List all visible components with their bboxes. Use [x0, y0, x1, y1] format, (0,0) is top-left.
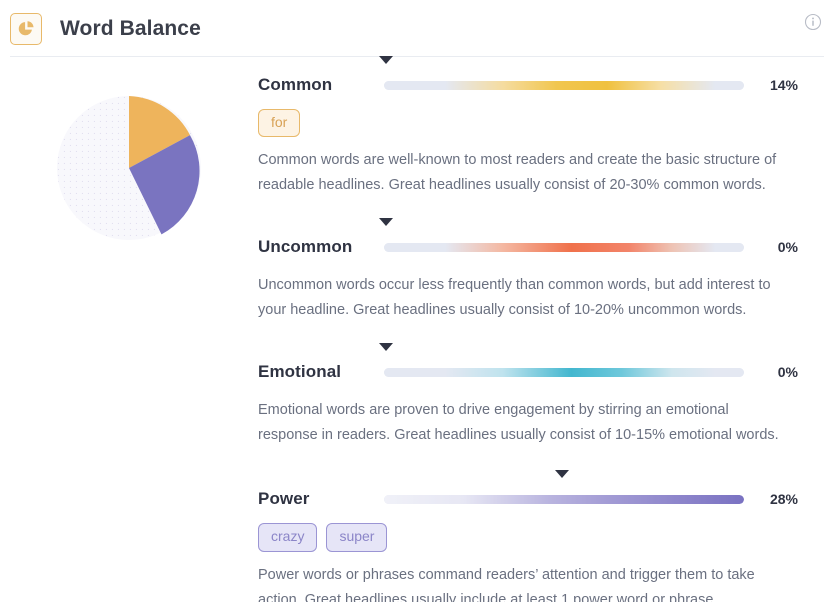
pie-chart [51, 90, 207, 246]
metric-common-percent: 14% [769, 77, 798, 93]
metric-common-bar-fill [384, 80, 744, 90]
metric-emotional-row: Emotional 0% [258, 343, 798, 387]
metric-power-tags: crazy super [258, 523, 798, 552]
metric-common-row: Common 14% [258, 56, 798, 100]
word-tag[interactable]: for [258, 109, 301, 138]
metric-uncommon-bar [384, 242, 744, 252]
metrics-list: Common 14% for Common words are well-kno… [258, 56, 834, 602]
metric-emotional-bar-area [378, 343, 744, 387]
metric-spacer [258, 448, 798, 484]
info-circle-icon[interactable] [804, 13, 822, 31]
metric-uncommon: Uncommon 0% Uncommon words occur less fr… [258, 218, 798, 323]
word-tag[interactable]: crazy [258, 523, 318, 552]
metric-emotional-bar-fill [384, 367, 744, 377]
metric-common: Common 14% for Common words are well-kno… [258, 56, 798, 198]
pie-chart-icon [10, 12, 42, 45]
metric-emotional-bar [384, 367, 744, 377]
metric-spacer [258, 198, 798, 232]
word-tag[interactable]: super [326, 523, 388, 552]
metric-spacer [258, 323, 798, 357]
metric-emotional-label: Emotional [258, 362, 342, 382]
metric-common-bar [384, 80, 744, 90]
word-balance-panel: Word Balance Common 14% for Common words… [0, 0, 834, 602]
metric-power-bar-area [384, 470, 744, 514]
metric-common-bar-area [378, 56, 744, 100]
metric-power-row: Power 28% [258, 470, 798, 514]
word-balance-chart [0, 70, 258, 602]
metric-power-description: Power words or phrases command readers’ … [258, 566, 755, 602]
metric-power-percent: 28% [769, 491, 798, 508]
metric-common-tags: for [258, 109, 798, 138]
metric-uncommon-marker [378, 218, 393, 227]
metric-common-marker [378, 56, 393, 64]
metric-power-bar-fill [384, 494, 744, 504]
metric-uncommon-bar-area [378, 218, 744, 262]
metric-power-marker [555, 470, 570, 479]
panel-header: Word Balance [0, 0, 834, 57]
metric-common-label: Common [258, 75, 333, 94]
page-title: Word Balance [60, 16, 201, 40]
metric-emotional: Emotional 0% Emotional words are proven … [258, 343, 798, 448]
metric-emotional-percent: 0% [777, 364, 798, 381]
metric-emotional-description: Emotional words are proven to drive enga… [258, 402, 779, 444]
panel-body: Common 14% for Common words are well-kno… [0, 56, 834, 602]
metric-power-label: Power [258, 489, 310, 509]
metric-power: Power 28% crazy super Power words or phra… [258, 470, 798, 602]
metric-emotional-marker [378, 343, 393, 352]
metric-uncommon-bar-fill [384, 242, 744, 252]
metric-uncommon-percent: 0% [777, 239, 798, 256]
metric-uncommon-description: Uncommon words occur less frequently tha… [258, 277, 771, 319]
metric-uncommon-row: Uncommon 0% [258, 218, 798, 262]
metric-common-description: Common words are well-known to most read… [258, 152, 777, 194]
metric-uncommon-label: Uncommon [258, 237, 353, 257]
metric-power-bar [384, 494, 744, 504]
